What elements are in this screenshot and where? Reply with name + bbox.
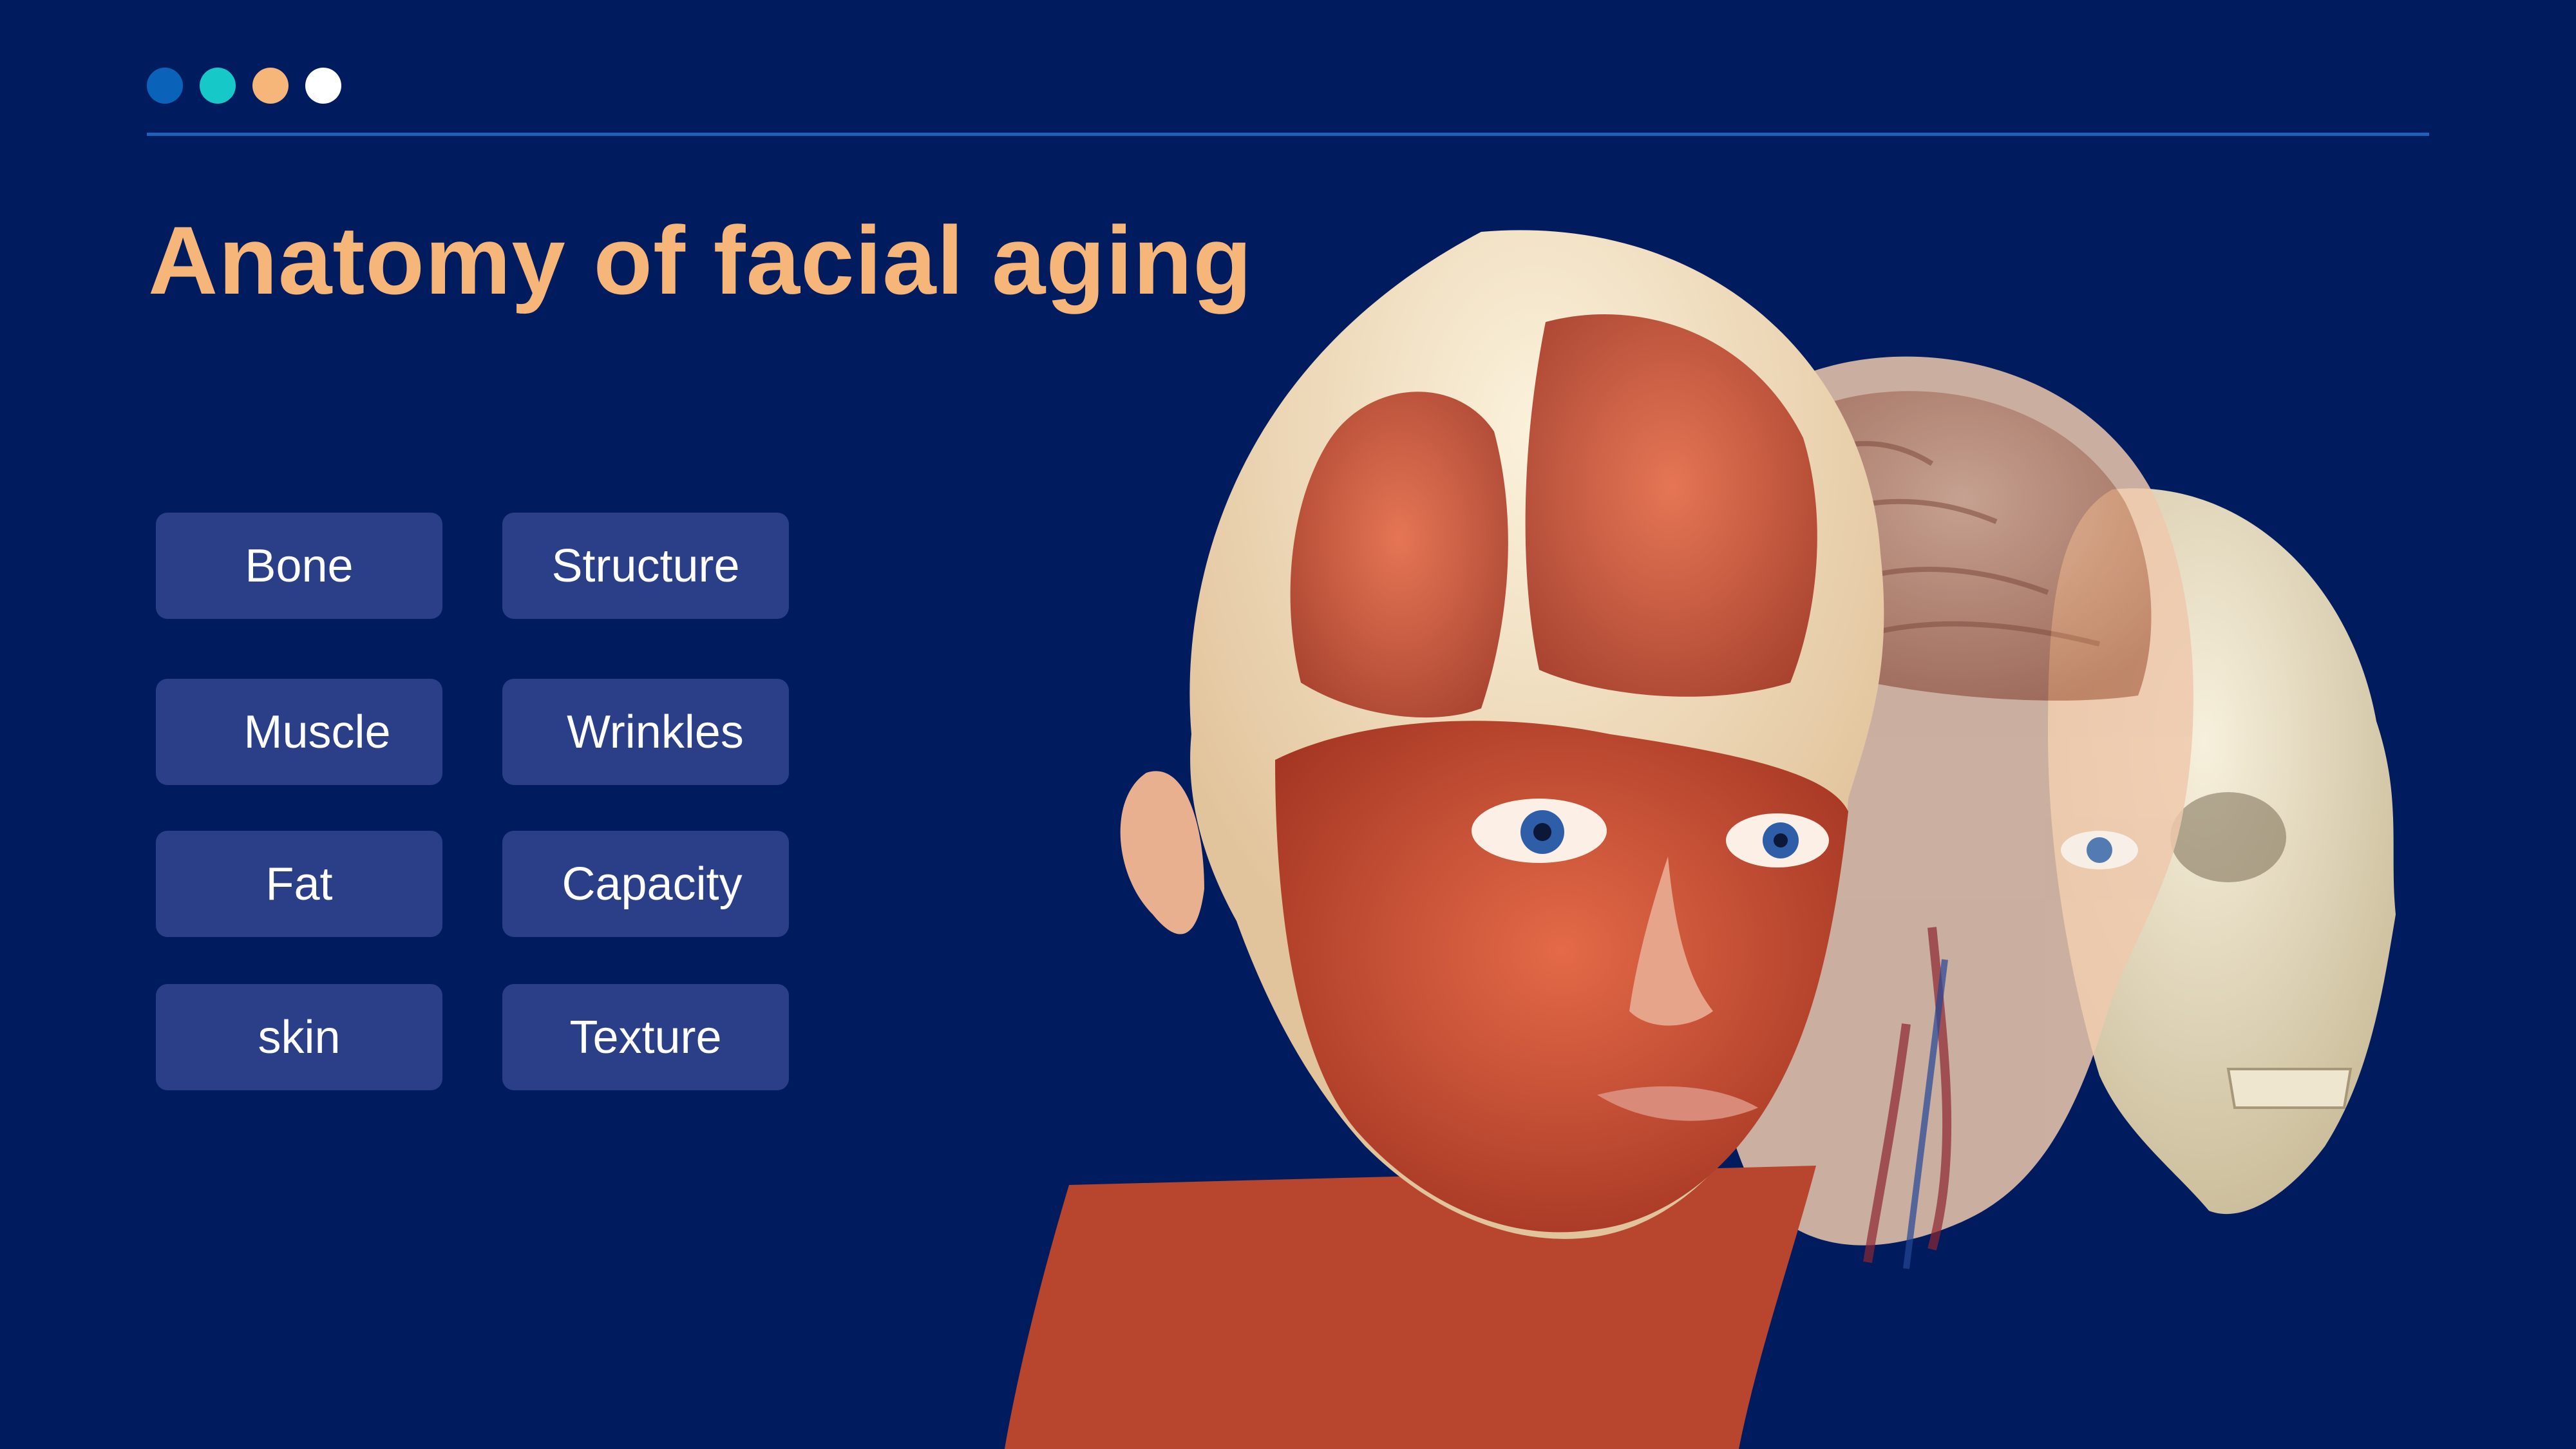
muscle-button[interactable]: Muscle (156, 679, 442, 785)
dot-white (305, 68, 341, 104)
anatomical-head-layers-illustration (1005, 230, 2396, 1449)
capacity-button[interactable]: Capacity (502, 831, 789, 937)
wrinkles-button[interactable]: Wrinkles (502, 679, 789, 785)
muscle-head-layer (1005, 230, 1884, 1449)
decorative-dots (147, 68, 341, 104)
bone-button[interactable]: Bone (156, 513, 442, 619)
dot-dark-blue (147, 68, 183, 104)
dot-peach (252, 68, 289, 104)
structure-button[interactable]: Structure (502, 513, 789, 619)
dot-teal (200, 68, 236, 104)
header-divider (147, 133, 2429, 136)
fat-button[interactable]: Fat (156, 831, 442, 937)
skin-button[interactable]: skin (156, 984, 442, 1090)
texture-button[interactable]: Texture (502, 984, 789, 1090)
